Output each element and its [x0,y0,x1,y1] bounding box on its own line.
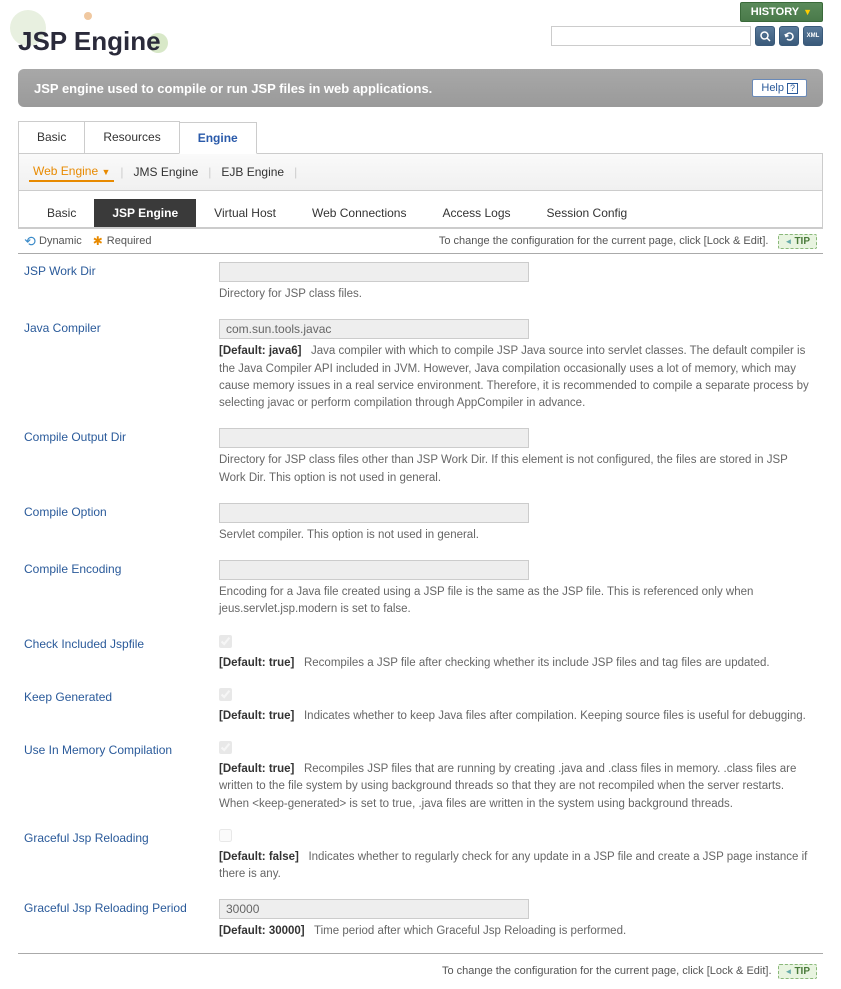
history-label: HISTORY [751,6,799,18]
tab-jsp-engine[interactable]: JSP Engine [94,199,196,227]
description-text: JSP engine used to compile or run JSP fi… [34,81,432,96]
input-compile-encoding[interactable] [219,560,529,580]
tip-badge: TIP [778,234,817,249]
input-graceful-period[interactable] [219,899,529,919]
checkbox-in-memory[interactable] [219,741,232,754]
required-label: Required [107,235,152,247]
checkbox-graceful[interactable] [219,829,232,842]
input-compile-option[interactable] [219,503,529,523]
label-graceful: Graceful Jsp Reloading [24,829,219,845]
input-java-compiler[interactable] [219,319,529,339]
tab-web-engine[interactable]: Web Engine ▼ [29,162,114,182]
desc-in-memory: Recompiles JSP files that are running by… [219,763,796,810]
label-in-memory: Use In Memory Compilation [24,741,219,757]
history-button[interactable]: HISTORY ▼ [740,2,823,22]
refresh-icon[interactable] [779,26,799,46]
desc-compile-encoding: Encoding for a Java file created using a… [219,584,817,619]
form-table: JSP Work Dir Directory for JSP class fil… [18,254,823,949]
chevron-down-icon: ▼ [102,167,111,177]
tab-virtual-host[interactable]: Virtual Host [196,199,294,227]
desc-java-compiler: Java compiler with which to compile JSP … [219,345,809,409]
desc-jsp-work-dir: Directory for JSP class files. [219,286,817,303]
chevron-down-icon: ▼ [803,7,812,17]
tab-access-logs[interactable]: Access Logs [424,199,528,227]
footer-tip-badge: TIP [778,964,817,979]
desc-compile-output-dir: Directory for JSP class files other than… [219,452,817,487]
default-graceful: [Default: false] [219,851,299,863]
default-check-included: [Default: true] [219,657,294,669]
footer-tip-message: To change the configuration for the curr… [442,965,772,977]
tab-basic-sub[interactable]: Basic [29,199,94,227]
tab-resources[interactable]: Resources [84,121,179,153]
label-graceful-period: Graceful Jsp Reloading Period [24,899,219,915]
dynamic-icon: ⟲ [24,235,36,247]
default-java-compiler: [Default: java6] [219,345,301,357]
xml-icon[interactable]: XML [803,26,823,46]
desc-graceful: Indicates whether to regularly check for… [219,851,807,880]
label-jsp-work-dir: JSP Work Dir [24,262,219,278]
desc-compile-option: Servlet compiler. This option is not use… [219,527,817,544]
page-title: JSP Engine [18,26,161,57]
tab-web-connections[interactable]: Web Connections [294,199,425,227]
dynamic-label: Dynamic [39,235,82,247]
help-label: Help [761,82,784,94]
label-compile-encoding: Compile Encoding [24,560,219,576]
desc-graceful-period: Time period after which Graceful Jsp Rel… [314,925,626,937]
checkbox-check-included[interactable] [219,635,232,648]
tab-session-config[interactable]: Session Config [529,199,646,227]
label-compile-option: Compile Option [24,503,219,519]
default-graceful-period: [Default: 30000] [219,925,305,937]
help-icon: ? [787,83,798,94]
default-in-memory: [Default: true] [219,763,294,775]
label-compile-output-dir: Compile Output Dir [24,428,219,444]
tip-message: To change the configuration for the curr… [439,235,769,247]
tab-jms-engine[interactable]: JMS Engine [130,163,203,181]
tab-ejb-engine[interactable]: EJB Engine [217,163,288,181]
search-icon[interactable] [755,26,775,46]
tabs-level3: Basic JSP Engine Virtual Host Web Connec… [19,191,822,228]
description-bar: JSP engine used to compile or run JSP fi… [18,69,823,107]
tab-basic[interactable]: Basic [18,121,85,153]
desc-check-included: Recompiles a JSP file after checking whe… [304,657,770,669]
label-check-included: Check Included Jspfile [24,635,219,651]
legend-row: ⟲ Dynamic ✱ Required To change the confi… [18,229,823,254]
help-button[interactable]: Help ? [752,79,807,97]
tabs-level1: Basic Resources Engine [18,121,823,154]
label-keep-generated: Keep Generated [24,688,219,704]
label-java-compiler: Java Compiler [24,319,219,335]
tabs-level2: Web Engine ▼ | JMS Engine | EJB Engine | [29,162,812,182]
input-jsp-work-dir[interactable] [219,262,529,282]
input-compile-output-dir[interactable] [219,428,529,448]
default-keep-generated: [Default: true] [219,710,294,722]
search-input[interactable] [551,26,751,46]
tab-engine[interactable]: Engine [179,122,257,154]
desc-keep-generated: Indicates whether to keep Java files aft… [304,710,806,722]
required-icon: ✱ [92,235,104,247]
footer-row: To change the configuration for the curr… [18,953,823,989]
checkbox-keep-generated[interactable] [219,688,232,701]
